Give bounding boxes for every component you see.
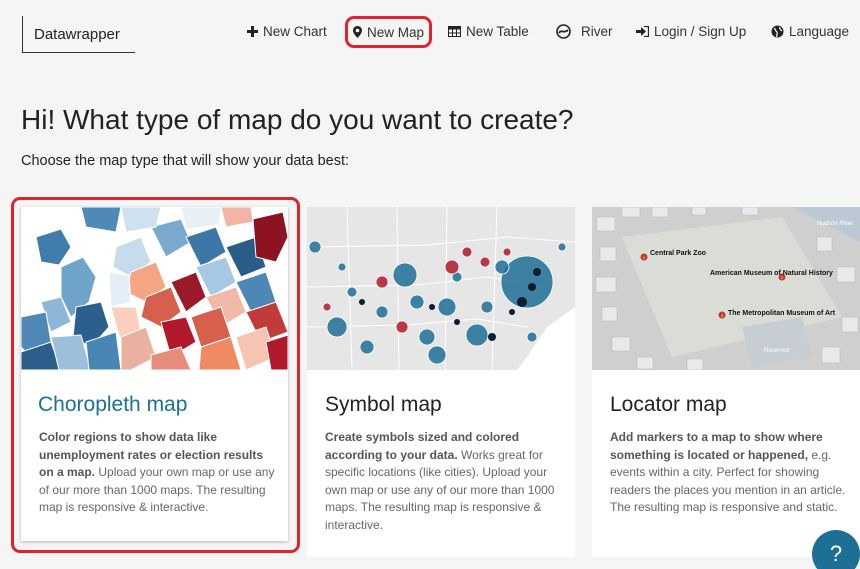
choropleth-thumbnail bbox=[21, 207, 288, 370]
map-label-reservoir: Reservoir bbox=[764, 348, 790, 354]
map-label-met-museum: The Metropolitan Museum of Art bbox=[728, 310, 836, 317]
card-title-symbol: Symbol map bbox=[325, 393, 442, 416]
globe-icon bbox=[771, 25, 784, 38]
nav-login-label: Login / Sign Up bbox=[654, 23, 747, 39]
card-description-locator: Add markers to a map to show where somet… bbox=[610, 429, 848, 517]
sign-in-icon bbox=[636, 25, 649, 37]
top-navigation: Datawrapper New Chart New Map New Table … bbox=[0, 0, 860, 70]
nav-new-chart-label: New Chart bbox=[263, 23, 327, 39]
map-label-river: Hudson River bbox=[817, 221, 854, 227]
card-title-choropleth: Choropleth map bbox=[38, 393, 188, 416]
card-description-choropleth: Color regions to show data like unemploy… bbox=[39, 429, 276, 517]
map-label-natural-history: American Museum of Natural History bbox=[710, 270, 833, 277]
page-title: Hi! What type of map do you want to crea… bbox=[21, 104, 574, 135]
river-icon bbox=[555, 23, 572, 39]
card-description-symbol: Create symbols sized and colored accordi… bbox=[325, 429, 563, 534]
map-marker-icon bbox=[353, 26, 362, 38]
page-subtitle: Choose the map type that will show your … bbox=[21, 153, 350, 169]
nav-language-label: Language bbox=[789, 23, 850, 39]
map-label-central-park-zoo: Central Park Zoo bbox=[650, 250, 706, 257]
card-description-locator-lead: Add markers to a map to show where somet… bbox=[610, 430, 823, 462]
nav-river[interactable]: River bbox=[555, 14, 613, 48]
map-type-card-choropleth[interactable]: Choropleth map Color regions to show dat… bbox=[21, 207, 288, 541]
nav-new-map-label: New Map bbox=[367, 24, 425, 40]
symbol-map-thumbnail bbox=[307, 207, 575, 370]
card-title-locator: Locator map bbox=[610, 393, 727, 416]
nav-river-label: River bbox=[581, 23, 613, 39]
locator-map-thumbnail: Hudson River Reservoir 1 Central Park Zo… bbox=[592, 207, 860, 370]
nav-language[interactable]: Language bbox=[771, 14, 849, 48]
nav-login[interactable]: Login / Sign Up bbox=[636, 14, 746, 48]
nav-new-chart[interactable]: New Chart bbox=[247, 14, 327, 48]
datawrapper-logo[interactable]: Datawrapper bbox=[22, 16, 135, 53]
map-type-card-locator[interactable]: Hudson River Reservoir 1 Central Park Zo… bbox=[592, 207, 860, 557]
nav-new-table-label: New Table bbox=[466, 23, 529, 39]
nav-new-table[interactable]: New Table bbox=[448, 14, 529, 48]
map-type-card-symbol[interactable]: Symbol map Create symbols sized and colo… bbox=[307, 207, 575, 557]
plus-icon bbox=[247, 25, 258, 37]
table-icon bbox=[448, 25, 461, 37]
nav-new-map[interactable]: New Map bbox=[345, 16, 433, 48]
main-nav: New Chart New Map New Table River Login … bbox=[240, 14, 860, 50]
